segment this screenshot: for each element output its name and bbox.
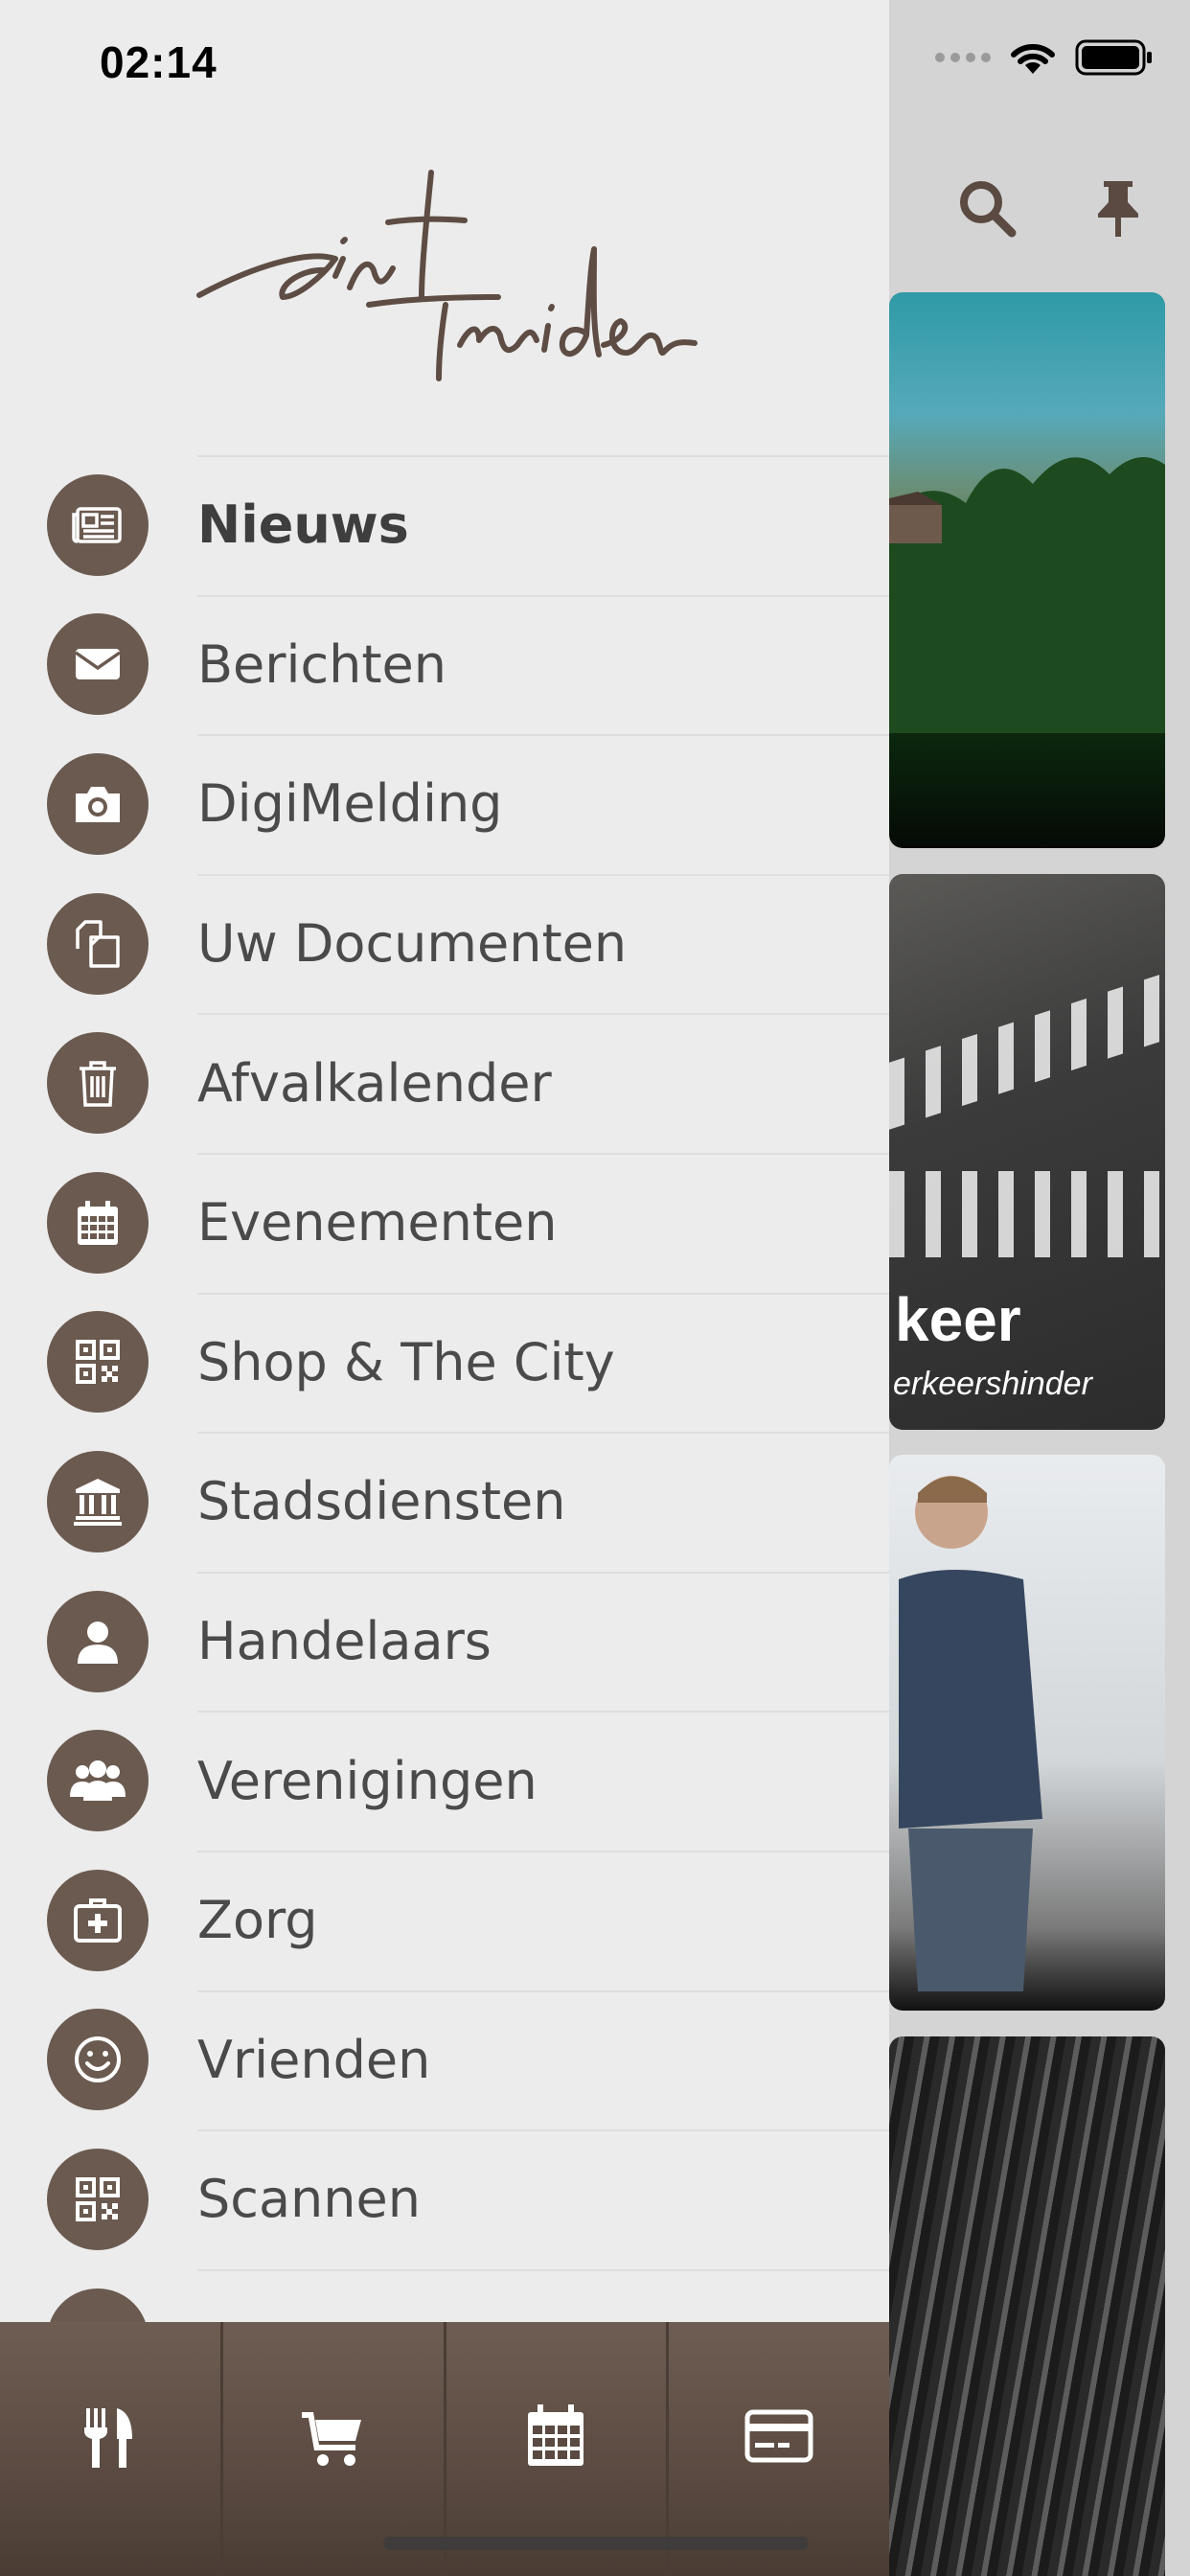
news-card-park[interactable]: [889, 292, 1165, 848]
menu-label: Shop & The City: [197, 1331, 615, 1392]
trash-icon: [47, 1032, 149, 1135]
card-subtitle: erkeershinder: [893, 1366, 1092, 1402]
menu-item-berichten[interactable]: Berichten: [0, 594, 889, 735]
user-icon: [47, 1590, 149, 1692]
status-icons: [935, 38, 1154, 77]
menu-label: Verenigingen: [197, 1750, 538, 1811]
menu-item-digimelding[interactable]: DigiMelding: [0, 734, 889, 874]
news-card-texture[interactable]: [889, 2036, 1165, 2576]
shopping-cart-icon: [301, 2411, 361, 2466]
menu-item-evenementen[interactable]: Evenementen: [0, 1152, 889, 1293]
camera-icon: [47, 752, 149, 855]
person-image: [899, 1476, 1042, 1991]
qr-code-icon: [47, 1311, 149, 1414]
menu-item-afvalkalender[interactable]: Afvalkalender: [0, 1013, 889, 1153]
menu-label: Handelaars: [197, 1611, 492, 1672]
group-icon: [47, 1730, 149, 1832]
menu-label: Zorg: [197, 1890, 318, 1951]
sint-truiden-logo: [196, 170, 698, 381]
credit-card-icon: [744, 2409, 813, 2462]
menu-label: Berichten: [197, 633, 447, 695]
menu-label: Stadsdiensten: [197, 1471, 566, 1532]
menu-label: Evenementen: [197, 1192, 558, 1254]
menu-label: Nieuws: [197, 494, 409, 556]
card-title: keer: [895, 1285, 1021, 1354]
menu-label: DigiMelding: [197, 773, 503, 835]
menu-item-verenigingen[interactable]: Verenigingen: [0, 1711, 889, 1851]
header-actions: [956, 177, 1142, 239]
calendar-icon: [528, 2404, 584, 2466]
smiley-icon: [47, 2009, 149, 2111]
menu-item-vrienden[interactable]: Vrienden: [0, 1990, 889, 2130]
menu-item-uw-documenten[interactable]: Uw Documenten: [0, 873, 889, 1014]
qr-code-icon: [47, 2148, 149, 2250]
menu-item-stadsdiensten[interactable]: Stadsdiensten: [0, 1432, 889, 1572]
crosswalk-stripes: [889, 973, 1165, 1130]
battery-icon: [1075, 39, 1152, 76]
calendar-icon: [47, 1171, 149, 1274]
crosswalk-stripes: [889, 1171, 1165, 1257]
cellular-signal-icon: [935, 53, 991, 62]
medical-kit-icon: [47, 1869, 149, 1971]
institution-icon: [47, 1450, 149, 1552]
menu-label: Uw Documenten: [197, 913, 628, 975]
wifi-icon: [1011, 44, 1055, 74]
menu-item-shop-the-city[interactable]: Shop & The City: [0, 1292, 889, 1433]
menu-item-scannen[interactable]: Scannen: [0, 2129, 889, 2269]
menu-item-nieuws[interactable]: Nieuws: [0, 455, 889, 595]
home-indicator[interactable]: [383, 2537, 809, 2550]
restaurant-button[interactable]: [0, 2322, 223, 2576]
side-drawer: 02:14 Nieuws Berichten DigiMelding Uw Do…: [0, 0, 889, 2576]
menu-item-handelaars[interactable]: Handelaars: [0, 1571, 889, 1712]
menu-label: Scannen: [197, 2169, 421, 2230]
menu-item-zorg[interactable]: Zorg: [0, 1850, 889, 1990]
pin-icon[interactable]: [1094, 177, 1142, 239]
fork-knife-icon: [83, 2407, 132, 2468]
newspaper-icon: [47, 473, 149, 576]
menu-label: Vrienden: [197, 2029, 431, 2090]
drawer-menu: Nieuws Berichten DigiMelding Uw Document…: [0, 455, 889, 2408]
news-card-traffic[interactable]: keer erkeershinder: [889, 874, 1165, 1430]
menu-label: Afvalkalender: [197, 1052, 552, 1114]
documents-icon: [47, 892, 149, 995]
search-icon[interactable]: [956, 177, 1018, 239]
park-image: [889, 457, 1165, 733]
status-time: 02:14: [100, 37, 217, 87]
news-card-person[interactable]: [889, 1455, 1165, 2011]
envelope-icon: [47, 613, 149, 716]
